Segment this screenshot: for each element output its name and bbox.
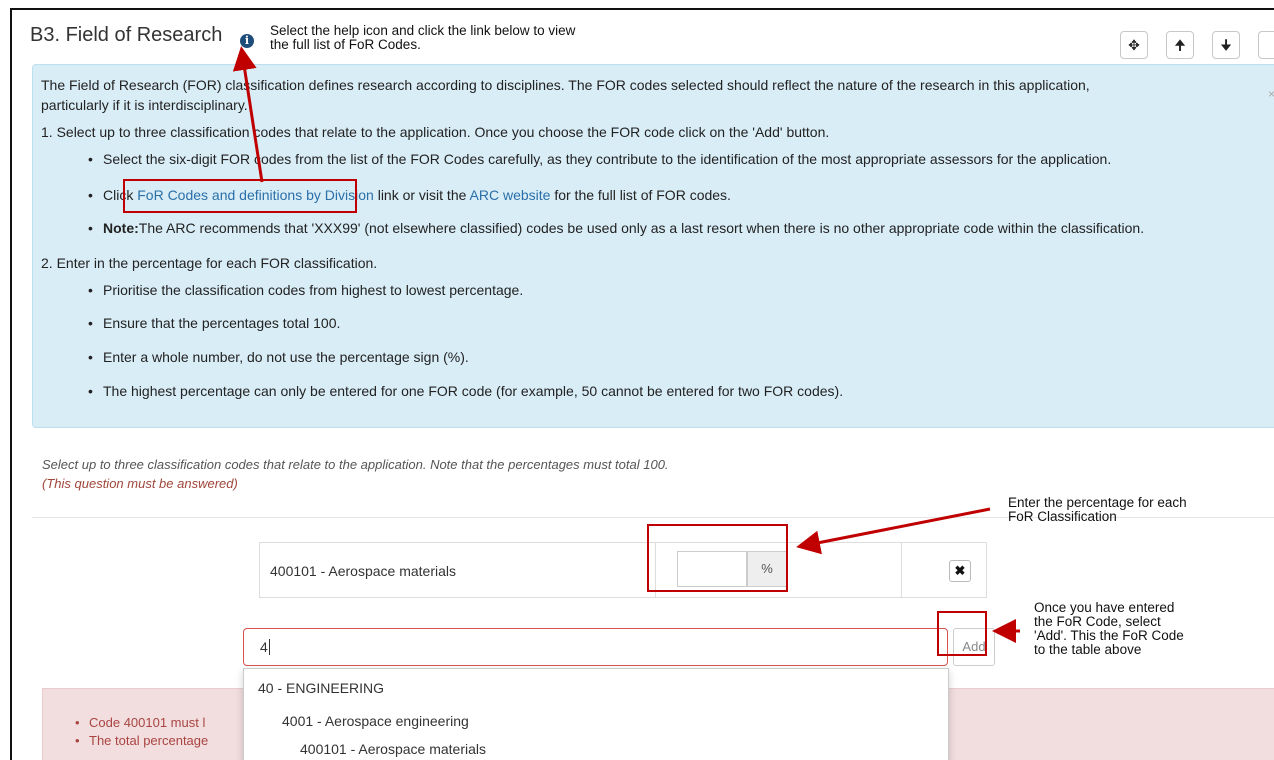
annotation-arrows (232, 46, 1020, 643)
arrow-to-help-icon (232, 46, 264, 183)
arrow-to-percentage (796, 507, 991, 555)
